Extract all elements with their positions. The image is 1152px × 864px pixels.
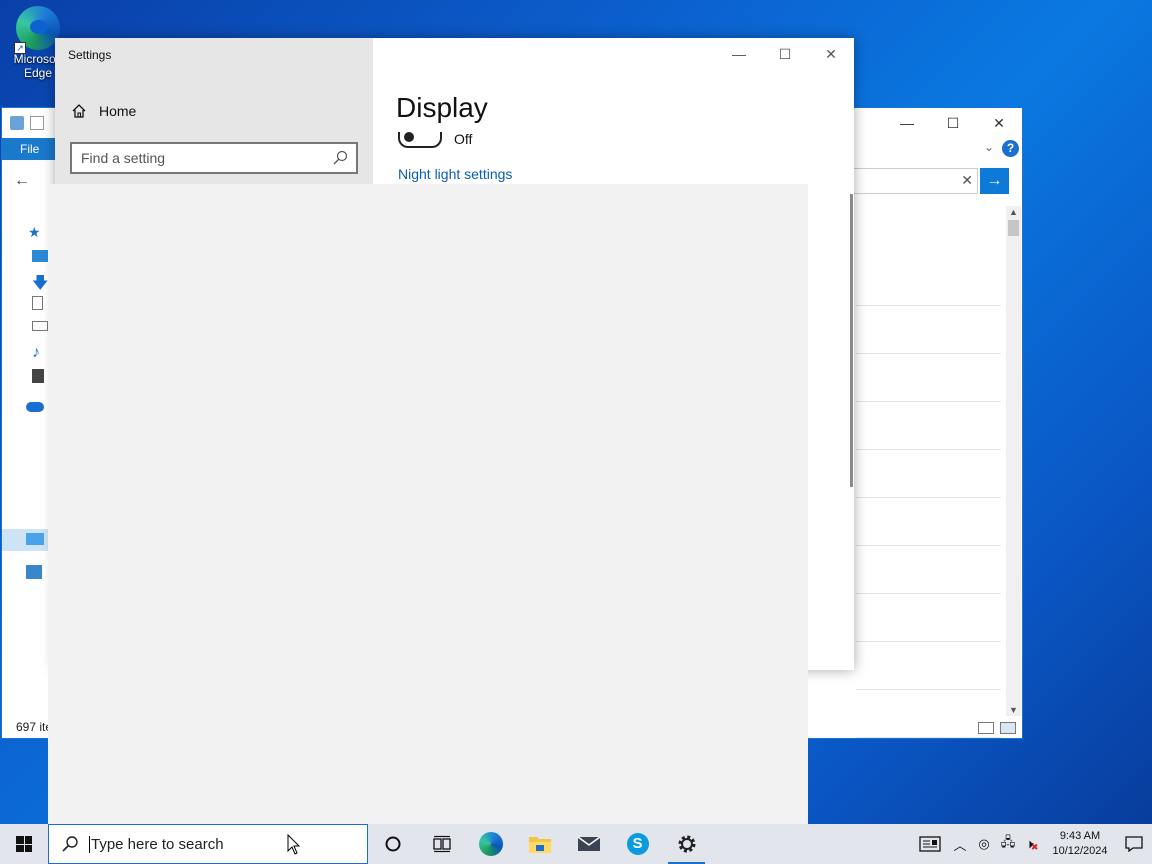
shortcut-arrow-icon: ↗ [14, 42, 26, 54]
settings-close-button[interactable]: ✕ [808, 38, 854, 70]
file-list [856, 258, 1001, 738]
view-toggle [978, 722, 1016, 734]
details-view-icon[interactable] [978, 722, 994, 734]
taskbar-pinned-apps: S [368, 824, 711, 864]
scroll-up-icon[interactable]: ▲ [1009, 207, 1018, 217]
settings-sidebar: Settings Home [55, 38, 373, 184]
notification-center-button[interactable] [1116, 824, 1152, 864]
back-arrow-icon[interactable]: ← [14, 172, 30, 190]
scroll-down-icon[interactable]: ▼ [1009, 705, 1018, 715]
home-label: Home [99, 103, 137, 119]
file-explorer-taskbar-button[interactable] [515, 824, 564, 864]
explorer-minimize-button[interactable]: — [884, 108, 930, 138]
find-setting-input[interactable] [72, 144, 322, 172]
night-light-settings-link[interactable]: Night light settings [398, 166, 512, 182]
taskbar: S ︿ ◎ 🖧 🕨✖ 9:43 AM 10/12/2024 [0, 824, 1152, 864]
explorer-close-button[interactable]: ✕ [976, 108, 1022, 138]
notification-icon [1125, 836, 1143, 852]
properties-icon[interactable] [30, 116, 44, 130]
onedrive-icon[interactable] [26, 402, 44, 412]
settings-minimize-button[interactable]: — [716, 38, 762, 70]
mail-icon [577, 836, 600, 851]
settings-taskbar-button[interactable] [662, 824, 711, 864]
taskbar-search-box[interactable] [48, 824, 368, 864]
clear-search-icon[interactable]: ✕ [961, 172, 973, 189]
start-button[interactable] [0, 824, 48, 864]
taskbar-search-input[interactable] [89, 835, 359, 853]
settings-scrollbar[interactable] [850, 194, 853, 487]
explorer-search-input[interactable]: ✕ [852, 168, 978, 194]
window-title: Settings [68, 48, 112, 62]
pictures-icon[interactable] [32, 321, 48, 331]
explorer-scrollbar[interactable]: ▲ ▼ [1006, 206, 1021, 716]
mail-taskbar-button[interactable] [564, 824, 613, 864]
windows-logo-icon [16, 836, 32, 852]
task-view-button[interactable] [417, 824, 466, 864]
night-light-toggle[interactable] [398, 132, 442, 148]
desktop-folder-icon[interactable] [32, 250, 48, 262]
list-item[interactable] [856, 498, 1001, 546]
settings-maximize-button[interactable]: ☐ [762, 38, 808, 70]
network-icon[interactable] [26, 565, 42, 579]
page-title: Display [396, 92, 488, 123]
music-icon[interactable]: ♪ [32, 344, 48, 361]
home-icon [72, 104, 86, 118]
volume-muted-icon[interactable]: 🕨 ✖ [1020, 824, 1044, 864]
list-item[interactable] [856, 258, 1001, 306]
night-light-toggle-state: Off [454, 131, 473, 147]
toggle-knob [404, 132, 414, 142]
edge-taskbar-button[interactable] [466, 824, 515, 864]
documents-icon[interactable] [32, 296, 43, 310]
find-setting-search[interactable] [70, 142, 358, 174]
list-item[interactable] [856, 642, 1001, 690]
edge-icon [478, 832, 503, 856]
list-item[interactable] [856, 306, 1001, 354]
list-item[interactable] [856, 546, 1001, 594]
chevron-down-icon[interactable]: ⌄ [984, 140, 994, 154]
list-item[interactable] [856, 402, 1001, 450]
help-icon[interactable]: ? [1002, 140, 1019, 157]
cortana-icon [385, 836, 400, 852]
news-icon[interactable] [912, 824, 948, 864]
blank-content-pane [48, 184, 808, 824]
mouse-cursor-icon [287, 834, 301, 855]
navigation-pane: ★ 🡇 ♪ [2, 208, 52, 728]
task-view-icon [432, 835, 451, 853]
skype-icon: S [626, 833, 649, 855]
gear-icon [678, 835, 695, 853]
clock[interactable]: 9:43 AM 10/12/2024 [1044, 829, 1116, 859]
skype-taskbar-button[interactable]: S [613, 824, 662, 864]
file-tab[interactable]: File [2, 138, 60, 160]
list-item[interactable] [856, 354, 1001, 402]
clock-time: 9:43 AM [1059, 830, 1101, 842]
explorer-app-icon [10, 116, 24, 130]
list-item[interactable] [856, 594, 1001, 642]
cortana-button[interactable] [368, 824, 417, 864]
network-icon[interactable]: 🖧 [996, 824, 1020, 864]
search-icon [62, 836, 78, 852]
chevron-up-icon[interactable]: ︿ [948, 824, 972, 864]
clock-date: 10/12/2024 [1052, 845, 1108, 857]
system-tray: ︿ ◎ 🖧 🕨 ✖ 9:43 AM 10/12/2024 [912, 824, 1152, 864]
scrollbar-thumb[interactable] [1008, 220, 1019, 236]
videos-icon[interactable] [32, 369, 44, 383]
list-item[interactable] [856, 450, 1001, 498]
folder-icon [528, 837, 551, 853]
this-pc-icon[interactable] [26, 533, 44, 545]
search-go-button[interactable]: → [980, 168, 1009, 194]
search-icon [333, 150, 348, 165]
large-icons-view-icon[interactable] [1000, 722, 1016, 734]
quick-access-star-icon[interactable]: ★ [28, 224, 44, 240]
explorer-maximize-button[interactable]: ☐ [930, 108, 976, 138]
home-nav-item[interactable]: Home [71, 103, 136, 119]
downloads-icon[interactable]: 🡇 [32, 272, 48, 292]
meet-now-icon[interactable]: ◎ [972, 824, 996, 864]
